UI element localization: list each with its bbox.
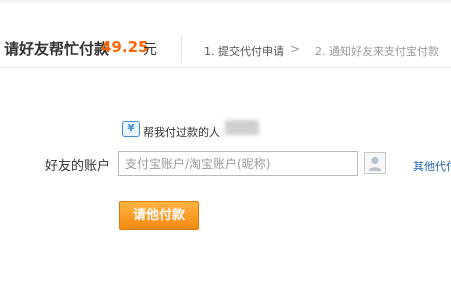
step-1: 1. 提交代付申请 bbox=[204, 45, 284, 58]
other-payment-link[interactable]: 其他代付 bbox=[413, 158, 451, 174]
contact-picker-button[interactable] bbox=[364, 152, 386, 174]
request-payment-button[interactable]: 请他付款 bbox=[119, 201, 199, 230]
recent-payers-hint[interactable]: 帮我付过款的人 bbox=[143, 124, 220, 140]
friend-account-input[interactable] bbox=[118, 151, 358, 176]
yen-card-icon: ¥ bbox=[122, 121, 140, 137]
page-title: 请好友帮忙付款 bbox=[4, 40, 110, 58]
payment-amount: 49.25 bbox=[101, 38, 149, 56]
currency-unit: 元 bbox=[143, 42, 157, 58]
step-2: 2. 通知好友来支付宝付款 bbox=[315, 45, 439, 58]
friend-account-label: 好友的账户 bbox=[45, 159, 111, 174]
step-arrow: > bbox=[290, 42, 301, 56]
blurred-name bbox=[225, 120, 259, 135]
person-icon bbox=[368, 156, 382, 171]
header-divider-line bbox=[0, 67, 451, 68]
header-divider bbox=[181, 36, 182, 62]
page-header: 请好友帮忙付款 49.25 元 1. 提交代付申请 > 2. 通知好友来支付宝付… bbox=[0, 2, 451, 66]
